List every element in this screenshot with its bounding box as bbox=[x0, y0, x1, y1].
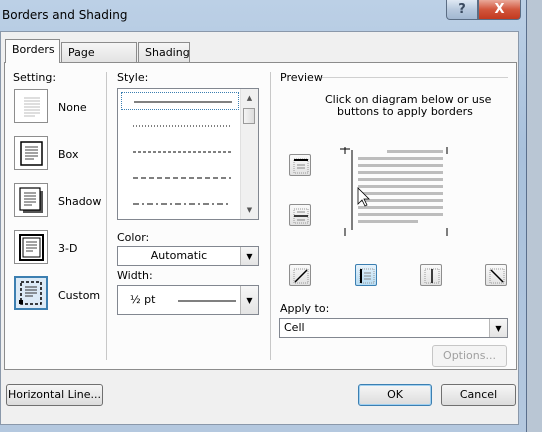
top-border-icon bbox=[293, 158, 309, 174]
mouse-cursor-icon bbox=[357, 187, 370, 207]
preview-diagram[interactable] bbox=[340, 142, 460, 242]
tab-borders-label: Borders bbox=[12, 43, 55, 56]
setting-custom-label: Custom bbox=[58, 289, 101, 302]
setting-box-label: Box bbox=[58, 148, 79, 161]
setting-heading: Setting: bbox=[13, 71, 57, 84]
chevron-down-icon[interactable]: ▼ bbox=[240, 247, 258, 265]
style-option-dash-dot[interactable] bbox=[121, 195, 239, 213]
tab-shading-label: Shading bbox=[145, 46, 190, 59]
middle-border-icon bbox=[293, 208, 309, 224]
setting-3d-icon bbox=[19, 234, 44, 261]
apply-to-heading: Apply to: bbox=[280, 302, 330, 315]
setting-custom-button[interactable] bbox=[14, 276, 48, 310]
preview-heading: Preview bbox=[280, 71, 323, 84]
scroll-thumb[interactable] bbox=[243, 108, 255, 124]
setting-box-button[interactable] bbox=[14, 136, 48, 170]
apply-to-dropdown[interactable]: Cell ▼ bbox=[279, 318, 508, 338]
center-vertical-border-icon bbox=[424, 268, 440, 284]
help-icon: ? bbox=[458, 2, 466, 17]
setting-shadow-icon bbox=[19, 187, 43, 213]
apply-to-value: Cell bbox=[284, 321, 305, 334]
style-heading: Style: bbox=[117, 71, 149, 84]
style-list[interactable]: ▲ ▼ bbox=[117, 88, 259, 220]
options-button[interactable]: Options... bbox=[432, 345, 507, 367]
setting-shadow-label: Shadow bbox=[58, 195, 102, 208]
setting-none-icon bbox=[24, 97, 40, 117]
style-option-dashed[interactable] bbox=[121, 169, 239, 187]
setting-3d-label: 3-D bbox=[58, 242, 78, 255]
tab-shading[interactable]: Shading bbox=[138, 42, 190, 62]
diagonal-up-button[interactable] bbox=[289, 264, 311, 286]
center-vertical-border-button[interactable] bbox=[420, 264, 442, 286]
top-border-button[interactable] bbox=[289, 154, 311, 176]
color-dropdown[interactable]: Automatic ▼ bbox=[117, 246, 259, 266]
bottom-border-button[interactable] bbox=[289, 204, 311, 226]
cancel-button[interactable]: Cancel bbox=[441, 384, 516, 406]
style-option-dotted[interactable] bbox=[121, 117, 239, 135]
setting-shadow-button[interactable] bbox=[14, 183, 48, 217]
style-option-dashed-short[interactable] bbox=[121, 143, 239, 161]
setting-custom-icon bbox=[19, 281, 42, 305]
setting-3d-button[interactable] bbox=[14, 230, 48, 264]
setting-none-label: None bbox=[58, 101, 87, 114]
width-heading: Width: bbox=[117, 269, 153, 282]
close-icon: X bbox=[494, 2, 505, 17]
divider-style bbox=[270, 72, 271, 360]
divider-setting bbox=[106, 72, 107, 360]
close-button[interactable]: X bbox=[478, 0, 521, 20]
diagonal-down-button[interactable] bbox=[485, 264, 507, 286]
color-heading: Color: bbox=[117, 231, 150, 244]
window-title: Borders and Shading bbox=[2, 8, 128, 22]
setting-box-icon bbox=[20, 141, 43, 166]
width-value: ½ pt bbox=[130, 293, 156, 306]
diagonal-down-icon bbox=[489, 268, 505, 284]
chevron-down-icon[interactable]: ▼ bbox=[240, 286, 258, 314]
preview-instructions-2: buttons to apply borders bbox=[337, 105, 473, 118]
width-dropdown[interactable]: ½ pt ▼ bbox=[117, 285, 259, 315]
style-option-solid[interactable] bbox=[121, 92, 239, 110]
help-button[interactable]: ? bbox=[446, 0, 478, 20]
chevron-down-icon[interactable]: ▼ bbox=[489, 319, 507, 337]
tab-page-border[interactable]: Page Border bbox=[61, 42, 137, 79]
left-border-button[interactable] bbox=[355, 264, 377, 286]
left-border-icon bbox=[359, 268, 375, 284]
scroll-down-icon[interactable]: ▼ bbox=[242, 202, 257, 218]
preview-rule bbox=[322, 77, 508, 78]
scroll-up-icon[interactable]: ▲ bbox=[242, 90, 257, 106]
color-value: Automatic bbox=[150, 249, 208, 262]
tab-borders[interactable]: Borders bbox=[5, 39, 60, 63]
style-list-scrollbar[interactable]: ▲ ▼ bbox=[240, 89, 258, 219]
ok-button[interactable]: OK bbox=[358, 384, 432, 406]
diagonal-up-icon bbox=[293, 268, 309, 284]
horizontal-line-button[interactable]: Horizontal Line... bbox=[6, 384, 103, 406]
setting-none-button[interactable] bbox=[14, 89, 48, 123]
